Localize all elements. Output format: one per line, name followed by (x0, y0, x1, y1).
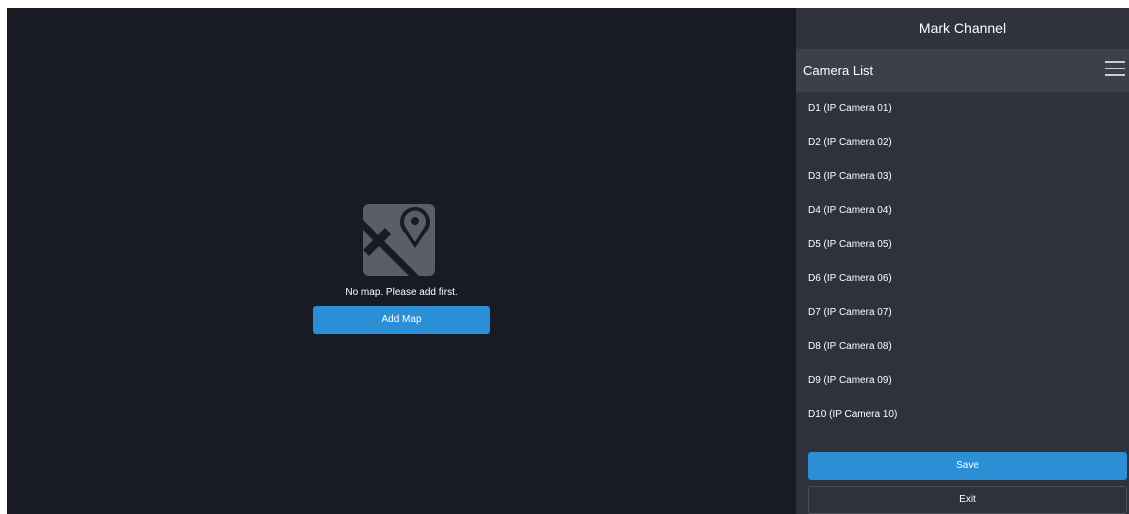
camera-list-item[interactable]: D5 (IP Camera 05) (796, 228, 1129, 262)
map-pin-icon (362, 204, 435, 276)
camera-list-item[interactable]: D7 (IP Camera 07) (796, 296, 1129, 330)
camera-list-item[interactable]: D10 (IP Camera 10) (796, 398, 1129, 432)
camera-list-item[interactable]: D9 (IP Camera 09) (796, 364, 1129, 398)
empty-state: No map. Please add first. Add Map (7, 204, 796, 334)
mark-channel-panel: Mark Channel Camera List D1 (IP Camera 0… (796, 8, 1129, 514)
app-window: No map. Please add first. Add Map Mark C… (7, 8, 1129, 514)
camera-list-item[interactable]: D4 (IP Camera 04) (796, 194, 1129, 228)
camera-list-item[interactable]: D3 (IP Camera 03) (796, 160, 1129, 194)
menu-icon[interactable] (1105, 61, 1125, 77)
empty-message: No map. Please add first. (345, 287, 458, 298)
camera-list-item[interactable]: D2 (IP Camera 02) (796, 126, 1129, 160)
panel-title: Mark Channel (796, 8, 1129, 49)
camera-list-item[interactable]: D8 (IP Camera 08) (796, 330, 1129, 364)
camera-list: D1 (IP Camera 01) D2 (IP Camera 02) D3 (… (796, 92, 1129, 432)
camera-list-header: Camera List (796, 49, 1129, 92)
camera-list-item[interactable]: D1 (IP Camera 01) (796, 92, 1129, 126)
camera-list-item[interactable]: D6 (IP Camera 06) (796, 262, 1129, 296)
camera-list-label: Camera List (803, 63, 874, 78)
exit-button[interactable]: Exit (808, 486, 1127, 514)
save-button[interactable]: Save (808, 452, 1127, 480)
map-area: No map. Please add first. Add Map (7, 8, 796, 514)
add-map-button[interactable]: Add Map (313, 306, 490, 334)
